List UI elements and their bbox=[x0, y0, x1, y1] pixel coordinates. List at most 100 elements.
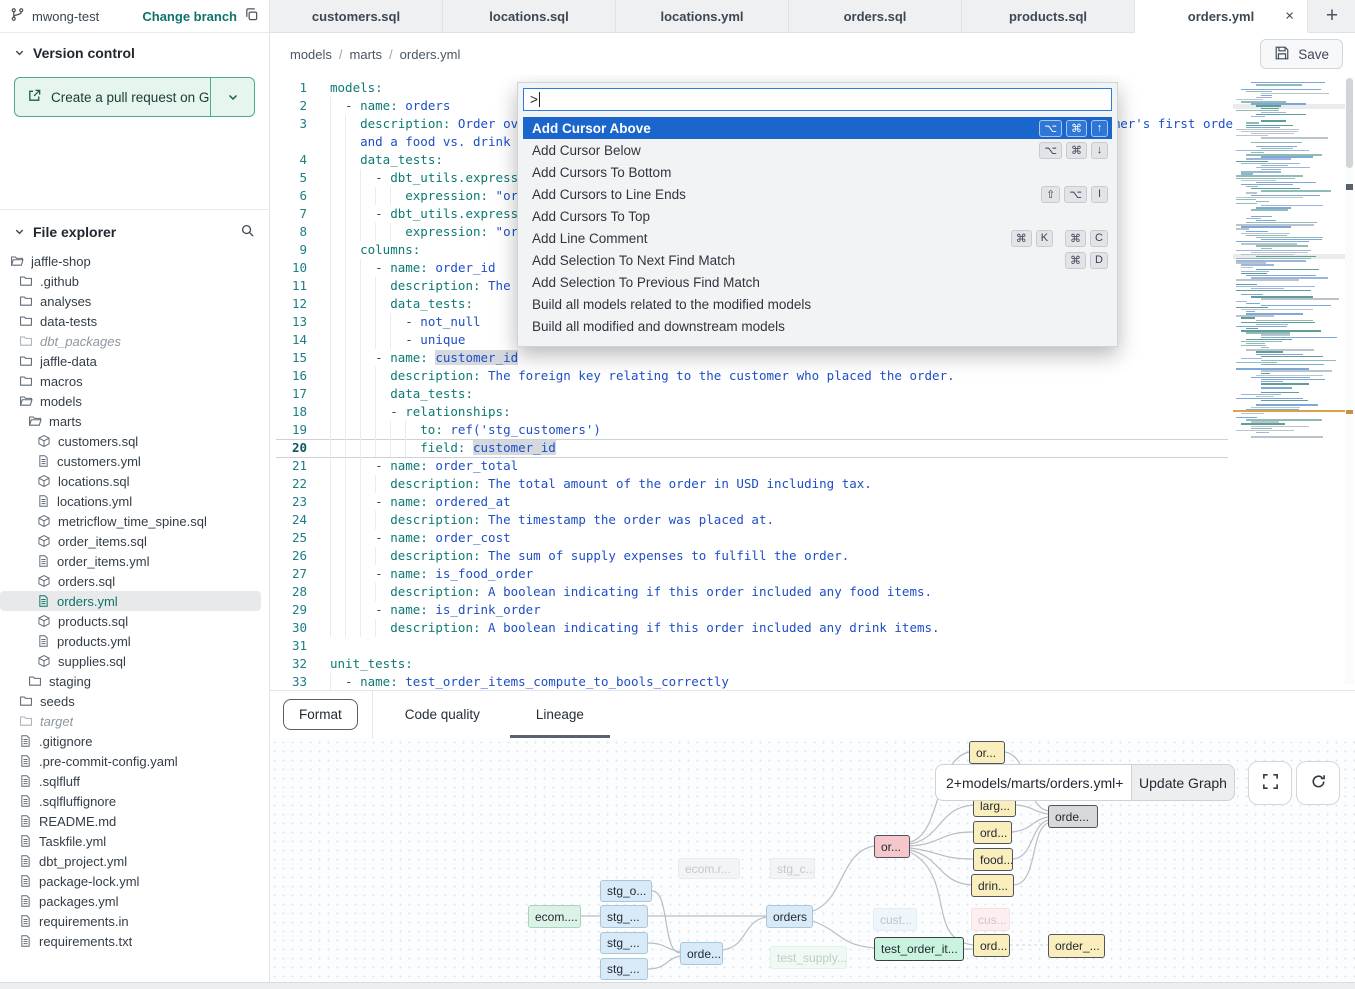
file-icon bbox=[37, 554, 50, 568]
tree-item-metricflow_time_spine.sql[interactable]: metricflow_time_spine.sql bbox=[0, 511, 261, 531]
tab-locations.yml[interactable]: locations.yml bbox=[616, 0, 789, 32]
lineage-node[interactable]: stg_... bbox=[600, 905, 648, 928]
tree-item-.github[interactable]: .github bbox=[0, 271, 261, 291]
fullscreen-button[interactable] bbox=[1248, 761, 1292, 805]
tree-item-customers.sql[interactable]: customers.sql bbox=[0, 431, 261, 451]
lineage-node[interactable]: test_supply... bbox=[770, 946, 847, 969]
palette-item[interactable]: Add Cursor Above⌥⌘↑ bbox=[523, 117, 1112, 139]
tree-item-requirements.in[interactable]: requirements.in bbox=[0, 911, 261, 931]
change-branch-link[interactable]: Change branch bbox=[142, 9, 237, 24]
palette-item[interactable]: Build all models related to the modified… bbox=[523, 293, 1112, 315]
palette-item[interactable]: Add Cursors to Line Ends⇧⌥I bbox=[523, 183, 1112, 205]
lineage-node[interactable]: drin... bbox=[971, 874, 1014, 897]
lineage-node[interactable]: order_... bbox=[1048, 934, 1105, 958]
editor-scrollbar[interactable] bbox=[1345, 78, 1354, 684]
tree-item-data-tests[interactable]: data-tests bbox=[0, 311, 261, 331]
tree-item-jaffle-data[interactable]: jaffle-data bbox=[0, 351, 261, 371]
panel-tab-code-quality[interactable]: Code quality bbox=[377, 691, 508, 738]
lineage-node[interactable]: ord... bbox=[973, 934, 1010, 957]
tree-item-locations.yml[interactable]: locations.yml bbox=[0, 491, 261, 511]
lineage-node[interactable]: ecom.r... bbox=[678, 858, 740, 879]
lineage-selector-input[interactable]: 2+models/marts/orders.yml+ bbox=[935, 764, 1131, 801]
tree-item-.sqlfluffignore[interactable]: .sqlfluffignore bbox=[0, 791, 261, 811]
lineage-node[interactable]: orders bbox=[766, 905, 813, 928]
lineage-node[interactable]: test_order_it... bbox=[874, 937, 964, 961]
tree-item-analyses[interactable]: analyses bbox=[0, 291, 261, 311]
save-button[interactable]: Save bbox=[1260, 39, 1343, 69]
tree-item-products.yml[interactable]: products.yml bbox=[0, 631, 261, 651]
close-icon[interactable]: × bbox=[1285, 8, 1294, 25]
pr-dropdown-caret[interactable] bbox=[210, 78, 254, 116]
breadcrumb-item[interactable]: models bbox=[290, 47, 332, 62]
tree-item-order_items.yml[interactable]: order_items.yml bbox=[0, 551, 261, 571]
lineage-node[interactable]: cust... bbox=[873, 908, 917, 931]
lineage-node[interactable]: food... bbox=[973, 848, 1013, 871]
lineage-node[interactable]: or... bbox=[874, 835, 910, 858]
new-tab-button[interactable]: + bbox=[1309, 0, 1355, 32]
tree-item-products.sql[interactable]: products.sql bbox=[0, 611, 261, 631]
tree-item-.sqlfluff[interactable]: .sqlfluff bbox=[0, 771, 261, 791]
palette-item[interactable]: Add Cursors To Bottom bbox=[523, 161, 1112, 183]
code-editor[interactable]: 1models:2- name: orders3description: Ord… bbox=[270, 75, 1355, 690]
search-icon[interactable] bbox=[240, 223, 255, 241]
tab-customers.sql[interactable]: customers.sql bbox=[270, 0, 443, 32]
tree-item-order_items.sql[interactable]: order_items.sql bbox=[0, 531, 261, 551]
tree-item-macros[interactable]: macros bbox=[0, 371, 261, 391]
tree-item-.gitignore[interactable]: .gitignore bbox=[0, 731, 261, 751]
create-pr-button[interactable]: Create a pull request on Git... bbox=[14, 77, 255, 117]
tab-products.sql[interactable]: products.sql bbox=[962, 0, 1135, 32]
tree-item-README.md[interactable]: README.md bbox=[0, 811, 261, 831]
tree-item-customers.yml[interactable]: customers.yml bbox=[0, 451, 261, 471]
tree-item-orders.yml[interactable]: orders.yml bbox=[0, 591, 261, 611]
tree-item-locations.sql[interactable]: locations.sql bbox=[0, 471, 261, 491]
tree-item-orders.sql[interactable]: orders.sql bbox=[0, 571, 261, 591]
tree-item-.pre-commit-config.yaml[interactable]: .pre-commit-config.yaml bbox=[0, 751, 261, 771]
tree-item-dbt_project.yml[interactable]: dbt_project.yml bbox=[0, 851, 261, 871]
command-palette-input[interactable]: > bbox=[523, 88, 1112, 111]
tree-item-package-lock.yml[interactable]: package-lock.yml bbox=[0, 871, 261, 891]
tab-locations.sql[interactable]: locations.sql bbox=[443, 0, 616, 32]
copy-icon[interactable] bbox=[244, 7, 259, 25]
breadcrumb-item[interactable]: orders.yml bbox=[400, 47, 461, 62]
tree-item-packages.yml[interactable]: packages.yml bbox=[0, 891, 261, 911]
lineage-node[interactable]: stg_c... bbox=[770, 858, 815, 879]
format-button[interactable]: Format bbox=[283, 699, 358, 730]
tree-item-target[interactable]: target bbox=[0, 711, 261, 731]
file-explorer-header[interactable]: File explorer bbox=[0, 210, 269, 251]
lineage-node[interactable]: orde... bbox=[680, 942, 723, 965]
lineage-node[interactable]: stg_o... bbox=[600, 880, 652, 902]
refresh-button[interactable] bbox=[1296, 761, 1340, 805]
lineage-node[interactable]: stg_... bbox=[600, 932, 648, 954]
scrollbar-thumb[interactable] bbox=[1346, 78, 1353, 168]
lineage-node[interactable]: stg_... bbox=[600, 958, 648, 980]
palette-item[interactable]: Build all modified and downstream models bbox=[523, 315, 1112, 337]
palette-item[interactable]: Add Selection To Next Find Match⌘D bbox=[523, 249, 1112, 271]
breadcrumb-item[interactable]: marts bbox=[350, 47, 383, 62]
lineage-node[interactable]: ord... bbox=[973, 821, 1012, 844]
tree-item-jaffle-shop[interactable]: jaffle-shop bbox=[0, 251, 261, 271]
palette-item[interactable]: Add Cursors To Top bbox=[523, 205, 1112, 227]
tree-item-label: products.yml bbox=[57, 634, 131, 649]
palette-item[interactable]: Add Line Comment⌘K⌘C bbox=[523, 227, 1112, 249]
tree-item-Taskfile.yml[interactable]: Taskfile.yml bbox=[0, 831, 261, 851]
palette-item[interactable]: Add Selection To Previous Find Match bbox=[523, 271, 1112, 293]
lineage-node[interactable]: cus... bbox=[971, 908, 1010, 931]
tree-item-label: package-lock.yml bbox=[39, 874, 139, 889]
panel-tab-lineage[interactable]: Lineage bbox=[508, 691, 612, 738]
tree-item-staging[interactable]: staging bbox=[0, 671, 261, 691]
tree-item-dbt_packages[interactable]: dbt_packages bbox=[0, 331, 261, 351]
palette-item[interactable]: Add Cursor Below⌥⌘↓ bbox=[523, 139, 1112, 161]
tree-item-requirements.txt[interactable]: requirements.txt bbox=[0, 931, 261, 951]
tab-orders.sql[interactable]: orders.sql bbox=[789, 0, 962, 32]
lineage-node[interactable]: ecom.... bbox=[528, 905, 581, 928]
lineage-node[interactable]: orde... bbox=[1048, 805, 1098, 828]
tree-item-supplies.sql[interactable]: supplies.sql bbox=[0, 651, 261, 671]
tree-item-seeds[interactable]: seeds bbox=[0, 691, 261, 711]
update-graph-button[interactable]: Update Graph bbox=[1131, 764, 1235, 801]
tab-orders.yml[interactable]: orders.yml× bbox=[1135, 0, 1308, 33]
tree-item-models[interactable]: models bbox=[0, 391, 261, 411]
lineage-canvas[interactable]: ecom.r... stg_c... stg_o... ecom.... stg_...… bbox=[270, 738, 1355, 982]
tree-item-marts[interactable]: marts bbox=[0, 411, 261, 431]
version-control-header[interactable]: Version control bbox=[0, 45, 269, 61]
lineage-node[interactable]: or... bbox=[969, 741, 1005, 764]
